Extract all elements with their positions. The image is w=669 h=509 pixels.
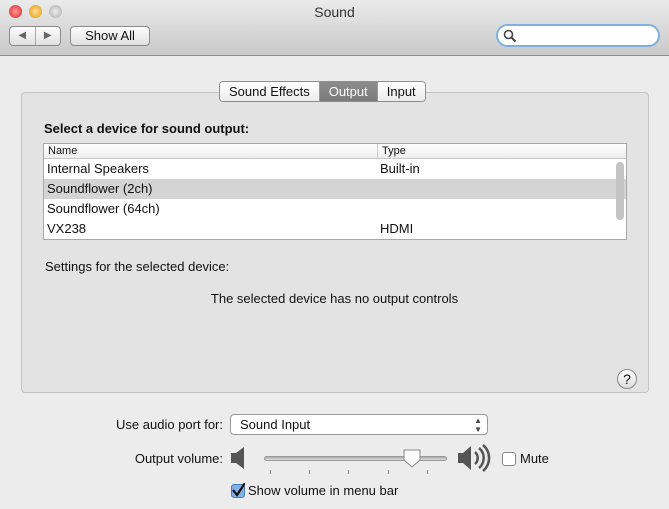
help-button[interactable]: ? bbox=[617, 369, 637, 389]
slider-tick bbox=[427, 470, 428, 474]
device-name: Soundflower (64ch) bbox=[47, 201, 160, 216]
no-controls-message: The selected device has no output contro… bbox=[210, 291, 459, 306]
tab-bar: Sound Effects Output Input bbox=[219, 81, 426, 102]
forward-button[interactable]: ▶ bbox=[36, 27, 61, 45]
tab-panel bbox=[21, 92, 649, 393]
tab-sound-effects[interactable]: Sound Effects bbox=[220, 82, 320, 101]
table-row[interactable]: Internal Speakers Built-in bbox=[44, 159, 626, 179]
column-type[interactable]: Type bbox=[382, 145, 406, 157]
search-icon bbox=[503, 29, 517, 43]
table-row[interactable]: Soundflower (64ch) bbox=[44, 199, 626, 219]
slider-tick bbox=[270, 470, 271, 474]
table-row[interactable]: Soundflower (2ch) bbox=[44, 179, 626, 199]
show-volume-label: Show volume in menu bar bbox=[248, 483, 399, 498]
back-button[interactable]: ◀ bbox=[10, 27, 36, 45]
mute-checkbox[interactable] bbox=[502, 452, 516, 466]
volume-slider-thumb[interactable] bbox=[403, 449, 421, 468]
scrollbar[interactable] bbox=[616, 162, 624, 220]
window-title: Sound bbox=[314, 4, 355, 20]
slider-tick bbox=[388, 470, 389, 474]
slider-tick bbox=[309, 470, 310, 474]
search-input[interactable] bbox=[496, 24, 660, 47]
speaker-high-icon bbox=[458, 444, 491, 472]
tab-output[interactable]: Output bbox=[319, 82, 378, 101]
audio-port-label: Use audio port for: bbox=[116, 417, 223, 432]
device-name: VX238 bbox=[47, 221, 87, 236]
device-table: Name Type Internal Speakers Built-in Soun… bbox=[43, 143, 627, 240]
device-type: Built-in bbox=[380, 161, 420, 176]
table-row[interactable]: VX238 HDMI bbox=[44, 219, 626, 239]
back-forward-buttons: ◀ ▶ bbox=[9, 26, 61, 46]
chevron-updown-icon: ▲ ▼ bbox=[474, 416, 482, 434]
checkmark-icon bbox=[232, 483, 245, 497]
device-heading: Select a device for sound output: bbox=[44, 121, 250, 136]
show-all-button[interactable]: Show All bbox=[70, 26, 150, 46]
device-name: Soundflower (2ch) bbox=[47, 181, 153, 196]
column-name[interactable]: Name bbox=[48, 145, 77, 157]
speaker-low-icon bbox=[231, 447, 244, 469]
show-volume-checkbox[interactable] bbox=[231, 483, 245, 498]
table-header: Name Type bbox=[44, 144, 626, 159]
device-type: HDMI bbox=[380, 221, 414, 236]
device-name: Internal Speakers bbox=[47, 161, 149, 176]
slider-tick bbox=[348, 470, 349, 474]
settings-label: Settings for the selected device: bbox=[45, 259, 230, 274]
title-bar: Sound ◀ ▶ Show All bbox=[0, 0, 669, 56]
output-volume-label: Output volume: bbox=[134, 451, 223, 466]
audio-port-value: Sound Input bbox=[240, 417, 311, 432]
mute-label: Mute bbox=[520, 451, 549, 466]
audio-port-select[interactable]: Sound Input ▲ ▼ bbox=[230, 414, 488, 435]
tab-input[interactable]: Input bbox=[377, 82, 425, 101]
